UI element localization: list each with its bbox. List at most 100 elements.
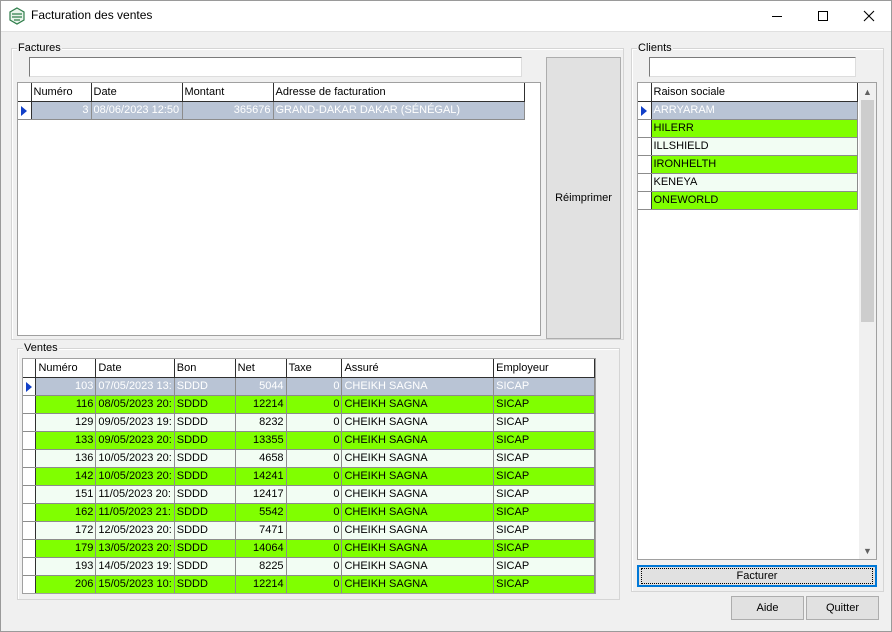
table-row[interactable]: 133 09/05/2023 20: SDDD 13355 0 CHEIKH SAGNA S… — [23, 431, 595, 450]
cell-date[interactable]: 09/05/2023 20: — [95, 431, 175, 450]
reprint-button[interactable]: Réimprimer — [546, 57, 621, 339]
cell-bon[interactable]: SDDD — [174, 485, 236, 504]
row-indicator[interactable] — [23, 431, 37, 450]
table-row[interactable]: 206 15/05/2023 10: SDDD 12214 0 CHEIKH SAGNA S… — [23, 575, 595, 593]
cell-taxe[interactable]: 0 — [286, 467, 343, 486]
column-header-taxe[interactable]: Taxe — [286, 359, 343, 378]
table-row[interactable]: 136 10/05/2023 20: SDDD 4658 0 CHEIKH SAGNA SI… — [23, 449, 595, 468]
row-indicator[interactable] — [23, 395, 37, 414]
column-header-net[interactable]: Net — [235, 359, 287, 378]
table-row[interactable]: 172 12/05/2023 20: SDDD 7471 0 CHEIKH SAGNA SI… — [23, 521, 595, 540]
cell-date[interactable]: 11/05/2023 21: — [95, 503, 175, 522]
cell-taxe[interactable]: 0 — [286, 431, 343, 450]
list-item[interactable]: ARRYARAM — [638, 101, 858, 120]
row-indicator[interactable] — [638, 101, 652, 120]
cell-net[interactable]: 12214 — [235, 395, 287, 414]
table-row[interactable]: 142 10/05/2023 20: SDDD 14241 0 CHEIKH SAGNA S… — [23, 467, 595, 486]
row-indicator[interactable] — [23, 539, 37, 558]
cell-bon[interactable]: SDDD — [174, 575, 236, 593]
cell-date[interactable]: 08/05/2023 20: — [95, 395, 175, 414]
cell-bon[interactable]: SDDD — [174, 377, 236, 396]
cell-numero[interactable]: 179 — [35, 539, 97, 558]
cell-numero[interactable]: 129 — [35, 413, 97, 432]
row-indicator[interactable] — [23, 503, 37, 522]
cell-assure[interactable]: CHEIKH SAGNA — [341, 377, 495, 396]
cell-numero[interactable]: 172 — [35, 521, 97, 540]
cell-net[interactable]: 14241 — [235, 467, 287, 486]
cell-taxe[interactable]: 0 — [286, 503, 343, 522]
cell-date[interactable]: 10/05/2023 20: — [95, 449, 175, 468]
cell-taxe[interactable]: 0 — [286, 449, 343, 468]
cell-employeur[interactable]: SICAP — [493, 557, 595, 576]
cell-date[interactable]: 10/05/2023 20: — [95, 467, 175, 486]
cell-taxe[interactable]: 0 — [286, 377, 343, 396]
cell-net[interactable]: 14064 — [235, 539, 287, 558]
cell-assure[interactable]: CHEIKH SAGNA — [341, 431, 495, 450]
row-indicator[interactable] — [23, 377, 37, 396]
row-indicator[interactable] — [638, 191, 652, 210]
cell-bon[interactable]: SDDD — [174, 413, 236, 432]
column-header-assure[interactable]: Assuré — [341, 359, 495, 378]
cell-assure[interactable]: CHEIKH SAGNA — [341, 395, 495, 414]
cell-employeur[interactable]: SICAP — [493, 413, 595, 432]
cell-date[interactable]: 09/05/2023 19: — [95, 413, 175, 432]
invoice-button[interactable]: Facturer — [637, 565, 877, 587]
cell-net[interactable]: 4658 — [235, 449, 287, 468]
cell-taxe[interactable]: 0 — [286, 539, 343, 558]
row-indicator[interactable] — [23, 521, 37, 540]
scroll-up-icon[interactable]: ▲ — [859, 83, 876, 100]
cell-bon[interactable]: SDDD — [174, 395, 236, 414]
cell-date[interactable]: 08/06/2023 12:50 — [91, 101, 183, 120]
cell-date[interactable]: 14/05/2023 19: — [95, 557, 175, 576]
table-row[interactable]: 116 08/05/2023 20: SDDD 12214 0 CHEIKH SAGNA S… — [23, 395, 595, 414]
cell-bon[interactable]: SDDD — [174, 449, 236, 468]
cell-raison-sociale[interactable]: ONEWORLD — [651, 191, 858, 210]
cell-net[interactable]: 12417 — [235, 485, 287, 504]
row-indicator[interactable] — [638, 119, 652, 138]
clients-scrollbar[interactable]: ▲ ▼ — [859, 83, 876, 559]
cell-numero[interactable]: 206 — [35, 575, 97, 593]
row-indicator[interactable] — [638, 155, 652, 174]
cell-bon[interactable]: SDDD — [174, 503, 236, 522]
cell-assure[interactable]: CHEIKH SAGNA — [341, 503, 495, 522]
list-item[interactable]: IRONHELTH — [638, 155, 858, 174]
cell-employeur[interactable]: SICAP — [493, 539, 595, 558]
column-header-bon[interactable]: Bon — [174, 359, 236, 378]
close-button[interactable] — [846, 0, 892, 31]
cell-employeur[interactable]: SICAP — [493, 377, 595, 396]
table-row[interactable]: 193 14/05/2023 19: SDDD 8225 0 CHEIKH SAGNA SI… — [23, 557, 595, 576]
scroll-down-icon[interactable]: ▼ — [859, 542, 876, 559]
cell-net[interactable]: 12214 — [235, 575, 287, 593]
cell-employeur[interactable]: SICAP — [493, 449, 595, 468]
list-item[interactable]: HILERR — [638, 119, 858, 138]
cell-numero[interactable]: 103 — [35, 377, 97, 396]
row-indicator[interactable] — [23, 575, 37, 593]
cell-net[interactable]: 7471 — [235, 521, 287, 540]
row-indicator[interactable] — [638, 137, 652, 156]
column-header-montant[interactable]: Montant — [182, 83, 274, 102]
column-header-employeur[interactable]: Employeur — [493, 359, 595, 378]
cell-bon[interactable]: SDDD — [174, 521, 236, 540]
cell-montant[interactable]: 365676 — [182, 101, 274, 120]
cell-raison-sociale[interactable]: ARRYARAM — [651, 101, 858, 120]
cell-assure[interactable]: CHEIKH SAGNA — [341, 467, 495, 486]
column-header-numero[interactable]: Numéro — [31, 83, 92, 102]
cell-employeur[interactable]: SICAP — [493, 431, 595, 450]
cell-assure[interactable]: CHEIKH SAGNA — [341, 575, 495, 593]
list-item[interactable]: ONEWORLD — [638, 191, 858, 210]
cell-date[interactable]: 11/05/2023 20: — [95, 485, 175, 504]
cell-bon[interactable]: SDDD — [174, 467, 236, 486]
cell-numero[interactable]: 133 — [35, 431, 97, 450]
cell-assure[interactable]: CHEIKH SAGNA — [341, 413, 495, 432]
row-indicator[interactable] — [23, 485, 37, 504]
cell-employeur[interactable]: SICAP — [493, 395, 595, 414]
cell-assure[interactable]: CHEIKH SAGNA — [341, 539, 495, 558]
row-indicator[interactable] — [23, 467, 37, 486]
table-row[interactable]: 151 11/05/2023 20: SDDD 12417 0 CHEIKH SAGNA S… — [23, 485, 595, 504]
table-row[interactable]: 103 07/05/2023 13: SDDD 5044 0 CHEIKH SAGNA SI… — [23, 377, 595, 396]
cell-employeur[interactable]: SICAP — [493, 521, 595, 540]
cell-taxe[interactable]: 0 — [286, 485, 343, 504]
table-row[interactable]: 179 13/05/2023 20: SDDD 14064 0 CHEIKH SAGNA S… — [23, 539, 595, 558]
column-header-raison-sociale[interactable]: Raison sociale — [651, 83, 858, 102]
table-row[interactable]: 162 11/05/2023 21: SDDD 5542 0 CHEIKH SAGNA SI… — [23, 503, 595, 522]
